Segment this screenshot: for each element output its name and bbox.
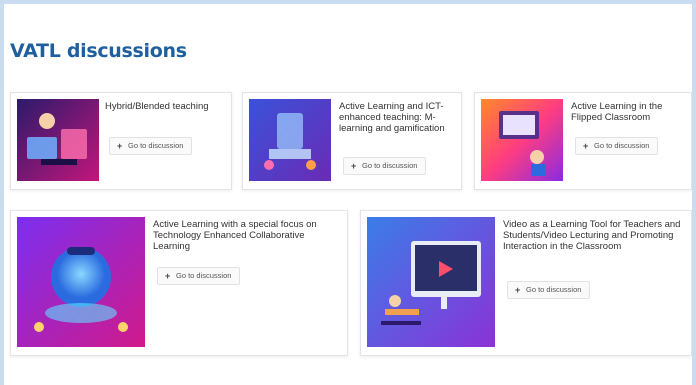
button-label: Go to discussion (176, 271, 232, 280)
card-thumbnail-image (249, 99, 331, 181)
card-thumbnail-image (367, 217, 495, 347)
discussion-card-collaborative[interactable]: Active Learning with a special focus on … (10, 210, 348, 356)
go-to-discussion-button[interactable]: + Go to discussion (343, 157, 427, 175)
plus-icon: + (117, 141, 123, 151)
go-to-discussion-button[interactable]: + Go to discussion (157, 267, 241, 285)
button-label: Go to discussion (526, 285, 582, 294)
page-title: VATL discussions (10, 40, 187, 62)
card-title: Hybrid/Blended teaching (105, 101, 209, 112)
plus-icon: + (515, 285, 521, 295)
card-title: Video as a Learning Tool for Teachers an… (503, 219, 681, 252)
plus-icon: + (351, 161, 357, 171)
button-label: Go to discussion (594, 141, 650, 150)
discussion-card-ict[interactable]: Active Learning and ICT-enhanced teachin… (242, 92, 462, 190)
plus-icon: + (583, 141, 589, 151)
discussion-card-flipped[interactable]: Active Learning in the Flipped Classroom… (474, 92, 692, 190)
card-thumbnail-image (17, 99, 99, 181)
go-to-discussion-button[interactable]: + Go to discussion (575, 137, 659, 155)
go-to-discussion-button[interactable]: + Go to discussion (109, 137, 193, 155)
page: VATL discussions Hybrid/Blended teaching… (4, 4, 692, 385)
button-label: Go to discussion (362, 161, 418, 170)
card-title: Active Learning with a special focus on … (153, 219, 317, 252)
go-to-discussion-button[interactable]: + Go to discussion (507, 281, 591, 299)
card-title: Active Learning in the Flipped Classroom (571, 101, 663, 123)
card-thumbnail-image (481, 99, 563, 181)
card-thumbnail-image (17, 217, 145, 347)
card-title: Active Learning and ICT-enhanced teachin… (339, 101, 445, 134)
button-label: Go to discussion (128, 141, 184, 150)
discussion-card-hybrid[interactable]: Hybrid/Blended teaching + Go to discussi… (10, 92, 232, 190)
plus-icon: + (165, 271, 171, 281)
discussion-card-video[interactable]: Video as a Learning Tool for Teachers an… (360, 210, 692, 356)
